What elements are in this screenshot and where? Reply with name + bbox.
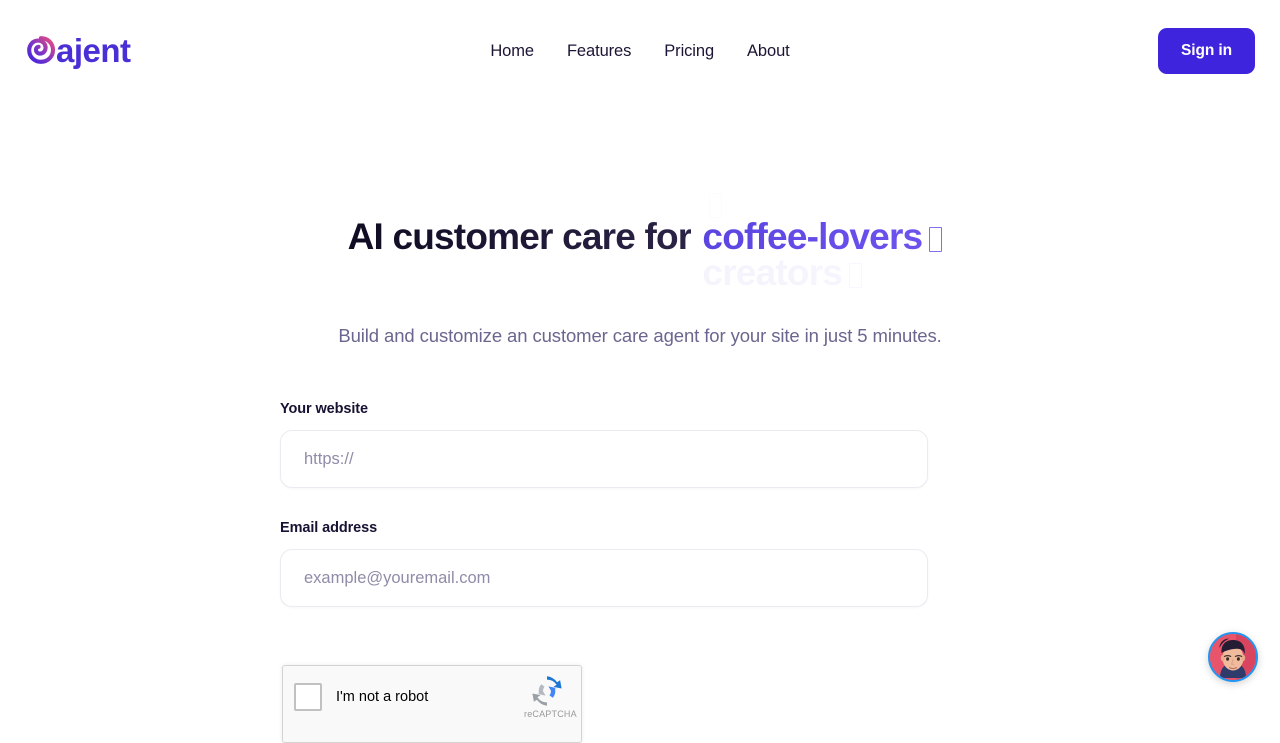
email-input[interactable] [280, 549, 928, 607]
emoji-placeholder-icon [849, 263, 862, 288]
email-field-label: Email address [280, 518, 928, 538]
emoji-placeholder-icon [929, 227, 942, 252]
main-nav: Home Features Pricing About [0, 38, 1280, 64]
page-title: AI customer care for coffee-lovers creat… [348, 215, 933, 277]
signup-form: Your website Email address [280, 399, 928, 607]
recaptcha-label: I'm not a robot [336, 688, 428, 706]
hero-section: AI customer care for coffee-lovers creat… [0, 102, 1280, 369]
site-header: ajent Home Features Pricing About Sign i… [0, 0, 1280, 102]
recaptcha-widget[interactable]: I'm not a robot reCAPTCHA [282, 665, 582, 743]
recaptcha-checkbox[interactable] [294, 683, 322, 711]
website-input[interactable] [280, 430, 928, 488]
rotator-item-next: creators [702, 251, 862, 295]
avatar [1210, 634, 1256, 680]
headline-static-text: AI customer care for [348, 215, 692, 259]
nav-item-about[interactable]: About [747, 38, 790, 64]
recaptcha-logo: reCAPTCHA [524, 675, 570, 719]
field-spacer [280, 488, 928, 518]
recaptcha-arrows-icon [531, 675, 563, 707]
recaptcha-brand-text: reCAPTCHA [524, 709, 570, 719]
nav-item-home[interactable]: Home [490, 38, 534, 64]
headline-wrapper: AI customer care for coffee-lovers creat… [0, 190, 1280, 302]
nav-item-pricing[interactable]: Pricing [664, 38, 714, 64]
sign-in-button[interactable]: Sign in [1158, 28, 1255, 74]
hero-subtitle: Build and customize an customer care age… [0, 322, 1280, 350]
nav-item-features[interactable]: Features [567, 38, 631, 64]
headline-rotator: coffee-lovers creators [702, 215, 932, 259]
chat-widget-avatar[interactable] [1208, 632, 1258, 682]
website-field-label: Your website [280, 399, 928, 419]
